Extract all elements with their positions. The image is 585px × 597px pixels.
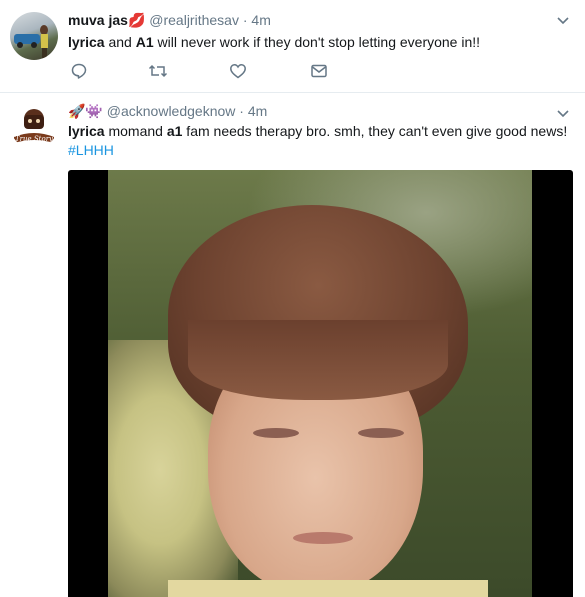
timestamp[interactable]: 4m xyxy=(248,103,267,119)
shirt-collar xyxy=(168,580,488,597)
separator: · xyxy=(239,103,244,119)
display-name[interactable]: muva jas xyxy=(68,12,128,28)
separator: · xyxy=(242,12,248,28)
bangs xyxy=(188,320,448,400)
text-segment: and xyxy=(104,34,136,50)
true-story-logo: True Story xyxy=(14,109,54,143)
text-segment: will never work if they don't stop letti… xyxy=(153,34,481,50)
boy-photo xyxy=(108,170,532,597)
tweet-text: lyrica and A1 will never work if they do… xyxy=(68,33,573,52)
reply-icon[interactable] xyxy=(70,62,90,82)
retweet-icon[interactable] xyxy=(148,62,168,82)
tweet-text: lyrica momand a1 fam needs therapy bro. … xyxy=(68,122,573,160)
avatar[interactable] xyxy=(10,12,58,60)
text-segment: fam needs therapy bro. smh, they can't e… xyxy=(182,123,568,139)
handle[interactable]: @realjrithesav xyxy=(149,12,239,28)
chevron-down-icon[interactable] xyxy=(557,12,569,28)
text-segment: momand xyxy=(104,123,167,139)
tweet[interactable]: True Story 🚀👾 @acknowledgeknow · 4m lyri… xyxy=(0,93,585,597)
message-icon[interactable] xyxy=(310,62,330,82)
tweet-media[interactable] xyxy=(68,170,573,597)
left-eye xyxy=(253,428,299,438)
mention-word: lyrica xyxy=(68,123,105,139)
mention-word: lyrica xyxy=(68,34,105,50)
mouth xyxy=(293,532,353,544)
svg-text:True Story: True Story xyxy=(15,135,54,143)
tweet-header: muva jas💋 @realjrithesav · 4m xyxy=(68,12,271,29)
like-icon[interactable] xyxy=(229,62,249,82)
timestamp[interactable]: 4m xyxy=(251,12,270,28)
tweet-header: 🚀👾 @acknowledgeknow · 4m xyxy=(68,103,267,120)
right-eye xyxy=(358,428,404,438)
avatar[interactable]: True Story xyxy=(10,101,58,149)
lips-emoji: 💋 xyxy=(127,12,146,28)
hashtag-link[interactable]: #LHHH xyxy=(68,142,114,158)
rocket-alien-emoji[interactable]: 🚀👾 xyxy=(68,103,103,119)
tweet[interactable]: muva jas💋 @realjrithesav · 4m lyrica and… xyxy=(0,0,585,93)
handle[interactable]: @acknowledgeknow xyxy=(107,103,236,119)
mention-word: A1 xyxy=(135,34,154,50)
avatar-photo xyxy=(14,25,48,58)
mention-word: a1 xyxy=(166,123,183,139)
chevron-down-icon[interactable] xyxy=(557,105,569,121)
